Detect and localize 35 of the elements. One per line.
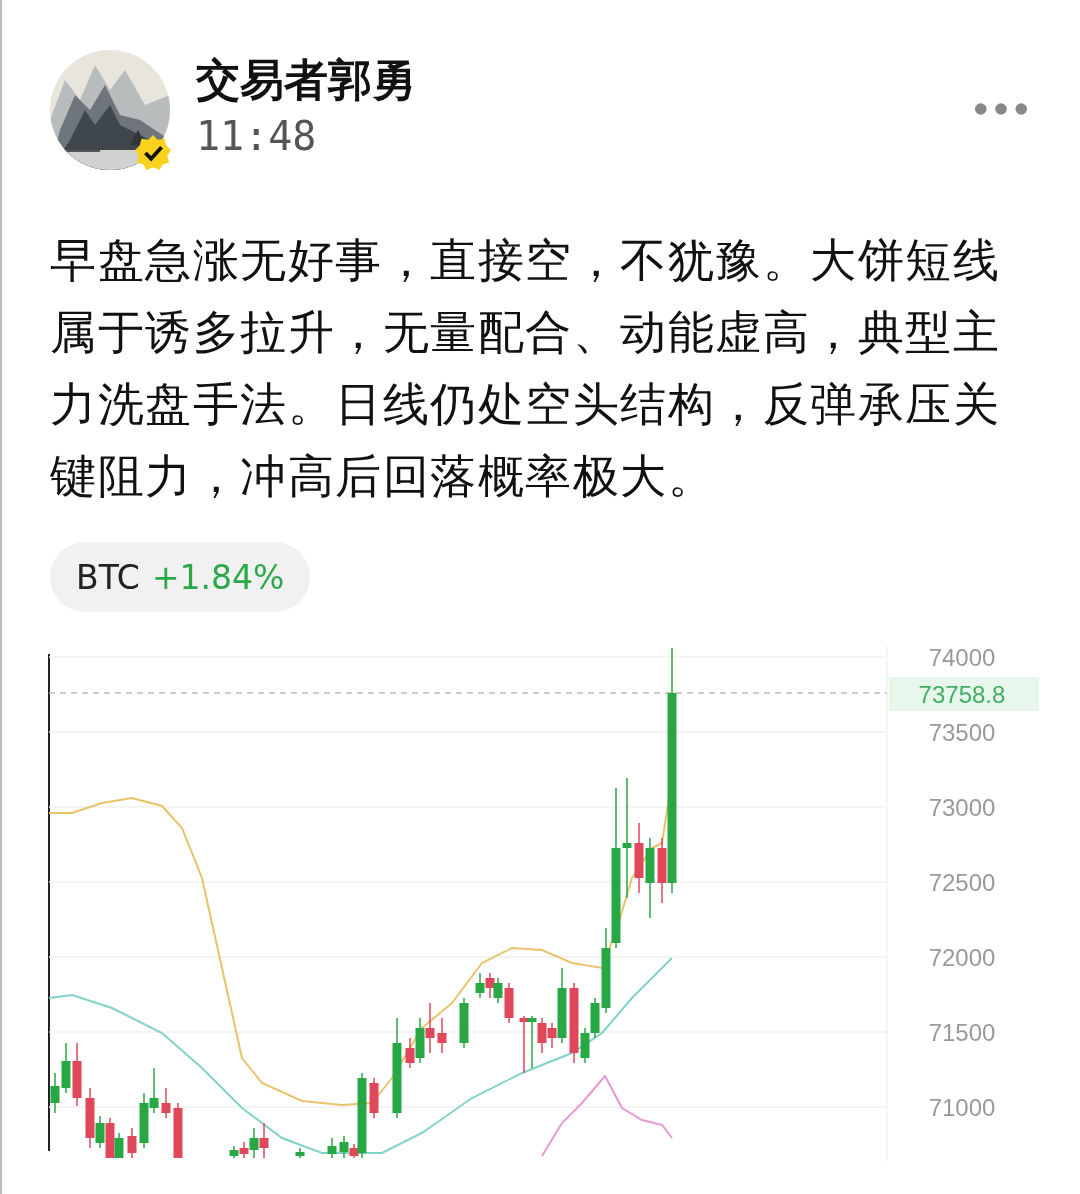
ticker-symbol: BTC [76,557,140,597]
candlestick [327,1137,337,1159]
candlestick [127,1127,137,1159]
post-text: 早盘急涨无好事，直接空，不犹豫。大饼短线属于诱多拉升，无量配合、动能虚高，典型主力洗盘手法。日线仍处空头结构，反弹承压关键阻力，冲高后回落概率极大。 [50,232,1001,505]
candlestick [634,822,644,894]
candlestick [437,1017,447,1054]
candlestick [459,997,469,1049]
ticker-change: +1.84% [151,557,285,597]
candlestick [369,1077,379,1119]
axis-label: 73500 [928,719,996,746]
candlestick [229,1145,239,1159]
axis-label: 71500 [928,1019,996,1046]
axis-label: 74000 [928,646,996,671]
author-name: 交易者郭勇 [196,53,416,107]
candlestick [139,1092,149,1149]
axis-label: 72500 [928,869,996,896]
candlestick [161,1087,171,1119]
candlestick [149,1067,159,1114]
candlestick [173,1102,183,1159]
last-price-tag: 73758.8 [889,677,1039,711]
candlestick [259,1122,269,1159]
axis-label: 73000 [928,794,996,821]
ticker-chip[interactable]: BTC +1.84% [50,542,311,612]
candlestick [519,1015,529,1074]
candlestick [475,972,485,999]
candlestick [61,1042,71,1094]
candlestick [72,1042,82,1107]
candlestick [485,972,495,999]
candlestick [50,1072,60,1114]
post-time: 11:48 [196,112,318,161]
more-icon[interactable] [974,102,1028,116]
candlestick [295,1147,305,1159]
candlestick [425,1002,435,1054]
axis-label: 71000 [928,1094,996,1121]
axis-label: 72000 [928,944,996,971]
